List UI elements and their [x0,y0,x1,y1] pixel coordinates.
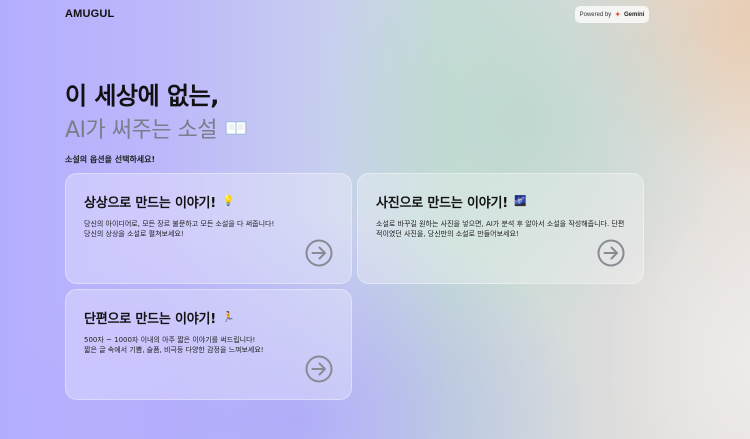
card-description-line: 당신의 상상을 소설로 펼쳐보세요! [84,230,184,238]
option-card-photo[interactable]: 사진으로 만드는 이야기! 🌌 소설로 바꾸길 원하는 사진을 넣으면, AI가… [357,173,644,284]
arrow-right-circle-icon[interactable] [597,239,625,267]
gemini-spark-icon: ✦ [614,9,622,19]
card-description-line: 짧은 글 속에서 기쁨, 슬픔, 비극등 다양한 감정을 느껴보세요! [84,346,264,354]
lightbulb-icon: 💡 [221,196,235,207]
logo[interactable]: AMUGUL [65,8,114,20]
card-title: 단편으로 만드는 이야기! 🏃 [84,308,333,327]
hero-subtitle-text: AI가 써주는 소설 [65,118,217,143]
book-icon [225,121,247,135]
hero-title: 이 세상에 없는, [65,82,219,110]
card-description: 당신의 아이디어로, 모든 장르 불문하고 모든 소설을 다 써줍니다! 당신의… [84,219,334,239]
galaxy-icon: 🌌 [513,196,527,207]
provider-name: Gemini [624,11,645,18]
card-title-text: 상상으로 만드는 이야기! [84,196,216,211]
section-label: 소설의 옵션을 선택하세요! [65,155,156,164]
card-description-line: 당신의 아이디어로, 모든 장르 불문하고 모든 소설을 다 써줍니다! [84,220,275,228]
card-title-text: 단편으로 만드는 이야기! [84,312,216,327]
card-title: 사진으로 만드는 이야기! 🌌 [376,192,625,211]
runner-icon: 🏃 [221,312,235,323]
arrow-right-circle-icon[interactable] [305,239,333,267]
card-title-text: 사진으로 만드는 이야기! [376,196,508,211]
powered-by-label: Powered by [579,11,612,18]
arrow-right-circle-icon[interactable] [305,355,333,383]
card-description-line: 500자 ~ 1000자 이내의 아주 짧은 이야기를 써드립니다! [84,336,256,344]
hero-subtitle: AI가 써주는 소설 [65,112,247,144]
card-description-line: 소설로 바꾸길 원하는 사진을 넣으면, AI가 분석 후 알아서 소설을 작성… [376,220,625,238]
powered-by-badge: Powered by ✦ Gemini [575,6,649,23]
option-card-imagination[interactable]: 상상으로 만드는 이야기! 💡 당신의 아이디어로, 모든 장르 불문하고 모든… [65,173,352,284]
card-description: 소설로 바꾸길 원하는 사진을 넣으면, AI가 분석 후 알아서 소설을 작성… [376,219,626,239]
card-description: 500자 ~ 1000자 이내의 아주 짧은 이야기를 써드립니다! 짧은 글 … [84,335,334,355]
card-title: 상상으로 만드는 이야기! 💡 [84,192,333,211]
option-card-short[interactable]: 단편으로 만드는 이야기! 🏃 500자 ~ 1000자 이내의 아주 짧은 이… [65,289,352,400]
